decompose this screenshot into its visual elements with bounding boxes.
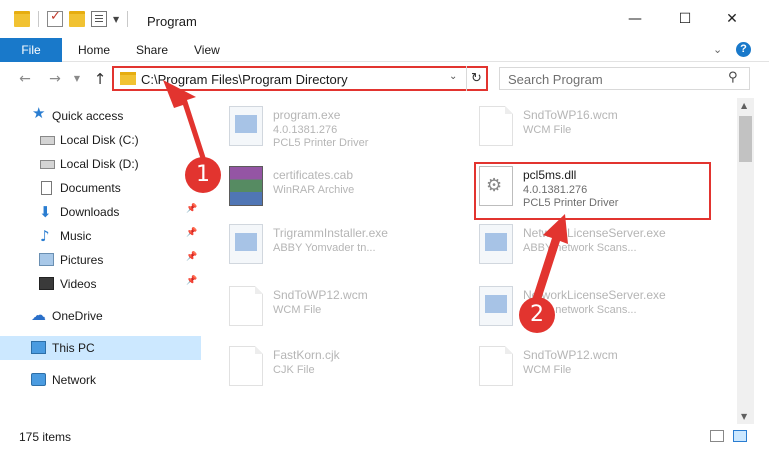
arrow-to-dll	[531, 214, 568, 306]
annotation-arrows	[163, 80, 568, 306]
step-2-callout: 2	[519, 297, 555, 333]
arrow-to-address	[163, 80, 207, 166]
step-1-callout: 1	[185, 157, 221, 193]
